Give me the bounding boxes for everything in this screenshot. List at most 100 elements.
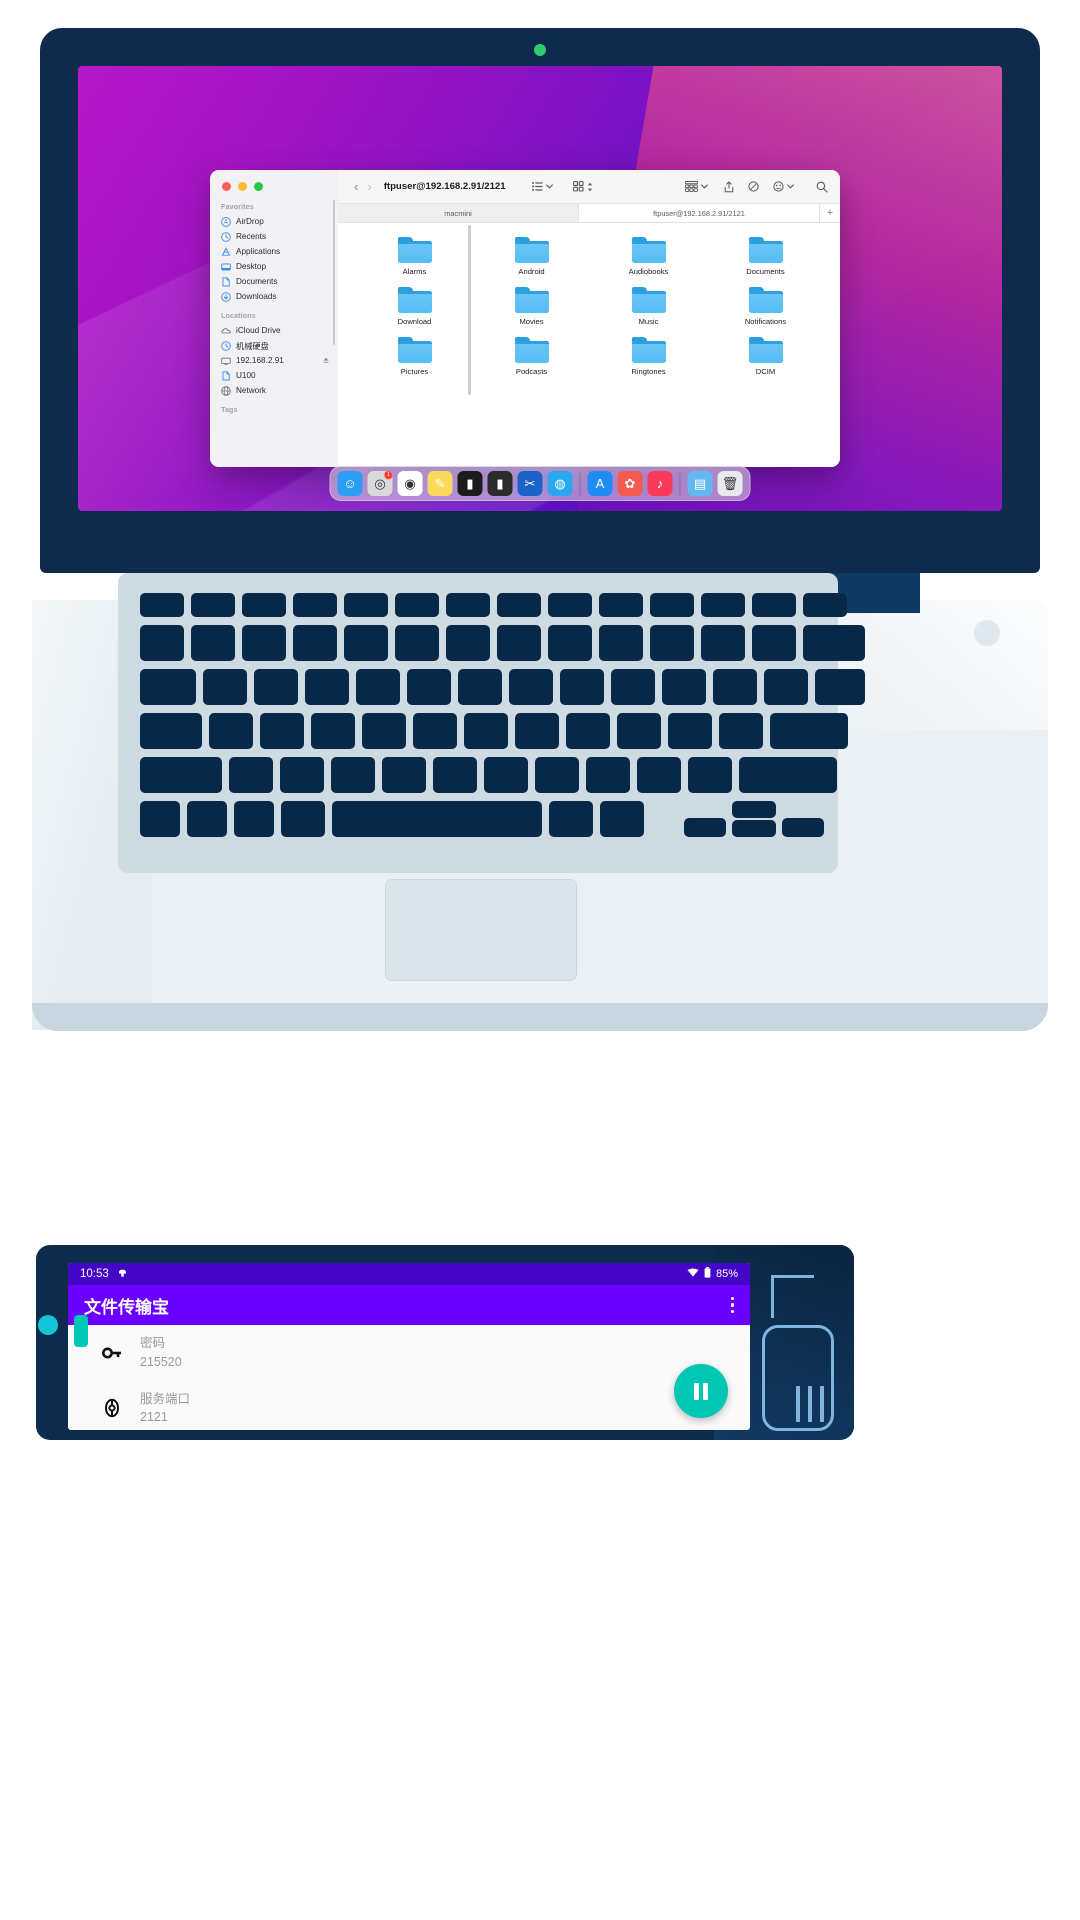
- keyboard-key: [344, 593, 388, 617]
- keyboard-key: [650, 593, 694, 617]
- finder-tab[interactable]: macmini: [338, 204, 579, 222]
- laptop-base-front-edge: [32, 1003, 1048, 1031]
- battery-icon: [704, 1267, 711, 1281]
- keyboard-key: [446, 593, 490, 617]
- file-item[interactable]: Movies: [473, 287, 590, 326]
- back-icon[interactable]: ‹: [354, 180, 358, 193]
- window-controls[interactable]: [222, 182, 263, 191]
- safari-icon[interactable]: ◍: [547, 471, 573, 496]
- minimize-button[interactable]: [238, 182, 247, 191]
- keyboard-key: [140, 801, 180, 837]
- server-icon: [221, 356, 231, 366]
- finder-tab-bar[interactable]: macmini ftpuser@192.168.2.91/2121 +: [338, 204, 840, 223]
- sidebar-item-192.168.2.91[interactable]: 192.168.2.91: [210, 353, 338, 368]
- sidebar-item-Applications[interactable]: Applications: [210, 244, 338, 259]
- key-icon: [84, 1342, 140, 1364]
- sidebar-item-机械硬盘[interactable]: 机械硬盘: [210, 338, 338, 353]
- share-button[interactable]: [724, 180, 734, 193]
- file-item[interactable]: Notifications: [707, 287, 824, 326]
- keyboard-key: [140, 757, 222, 793]
- keyboard-key: [752, 625, 796, 661]
- trash-icon[interactable]: 🗑: [717, 471, 743, 496]
- chevron-down-icon: [701, 184, 708, 189]
- settings-row[interactable]: 服务端口 2121: [68, 1381, 750, 1431]
- tag-button[interactable]: [748, 181, 759, 192]
- sidebar-locations-list: iCloud Drive 机械硬盘 192.168.2.91 U100 Network: [210, 323, 338, 398]
- pause-fab-button[interactable]: [674, 1364, 728, 1418]
- sidebar-item-label: Network: [236, 386, 267, 395]
- finder-icon[interactable]: ☺: [337, 471, 363, 496]
- maximize-button[interactable]: [254, 182, 263, 191]
- keyboard-key: [331, 757, 375, 793]
- scissors-icon[interactable]: ✂: [517, 471, 543, 496]
- file-item[interactable]: Android: [473, 237, 590, 276]
- file-item[interactable]: Pictures: [356, 337, 473, 376]
- keyboard-key: [191, 625, 235, 661]
- sidebar-item-Downloads[interactable]: Downloads: [210, 289, 338, 304]
- sidebar-item-Documents[interactable]: Documents: [210, 274, 338, 289]
- chrome-icon[interactable]: ◉: [397, 471, 423, 496]
- keyboard-key: [515, 713, 559, 749]
- file-item[interactable]: DCIM: [707, 337, 824, 376]
- webcam-indicator: [534, 44, 546, 56]
- sidebar-item-Desktop[interactable]: Desktop: [210, 259, 338, 274]
- file-item[interactable]: Ringtones: [590, 337, 707, 376]
- keyboard-key: [497, 593, 541, 617]
- overflow-menu-icon[interactable]: [730, 1296, 734, 1314]
- file-item[interactable]: Music: [590, 287, 707, 326]
- keyboard-key: [549, 801, 593, 837]
- file-item[interactable]: Audiobooks: [590, 237, 707, 276]
- mission-control-icon[interactable]: ◎ 1: [367, 471, 393, 496]
- eject-icon[interactable]: [323, 357, 329, 364]
- keyboard-key: [234, 801, 274, 837]
- finder-file-grid[interactable]: Alarms Android Audiobooks Documents Download…: [338, 223, 840, 376]
- file-item[interactable]: Documents: [707, 237, 824, 276]
- file-item[interactable]: Alarms: [356, 237, 473, 276]
- appstore-icon[interactable]: A: [587, 471, 613, 496]
- group-by-button[interactable]: [572, 181, 593, 192]
- terminal2-icon[interactable]: ▮: [487, 471, 513, 496]
- keyboard-key: [332, 801, 542, 837]
- photos-icon[interactable]: ✿: [617, 471, 643, 496]
- file-item[interactable]: Podcasts: [473, 337, 590, 376]
- document-icon: [221, 370, 231, 381]
- file-item[interactable]: Download: [356, 287, 473, 326]
- search-icon[interactable]: [816, 181, 828, 193]
- sidebar-item-AirDrop[interactable]: AirDrop: [210, 214, 338, 229]
- music-icon[interactable]: ♪: [647, 471, 673, 496]
- macos-dock[interactable]: ☺ ◎ 1 ◉ ✎ ▮ ▮ ✂ ◍ A ✿ ♪ ▤ 🗑: [329, 466, 751, 501]
- notes-icon[interactable]: ✎: [427, 471, 453, 496]
- sidebar-item-U100[interactable]: U100: [210, 368, 338, 383]
- keyboard-key: [599, 593, 643, 617]
- sidebar-item-Recents[interactable]: Recents: [210, 229, 338, 244]
- new-tab-button[interactable]: +: [820, 204, 840, 222]
- sidebar-item-Network[interactable]: Network: [210, 383, 338, 398]
- keyboard-key: [229, 757, 273, 793]
- sidebar-item-label: iCloud Drive: [236, 326, 281, 335]
- finder-content-scrollbar[interactable]: [468, 225, 471, 395]
- sidebar-item-label: Applications: [236, 247, 281, 256]
- dock-separator: [579, 472, 581, 496]
- terminal-icon[interactable]: ▮: [457, 471, 483, 496]
- navigation-arrows[interactable]: ‹ ›: [354, 180, 372, 193]
- sidebar-scrollbar[interactable]: [332, 200, 335, 345]
- sidebar-header-locations: Locations: [221, 311, 256, 320]
- finder-window[interactable]: Favorites AirDrop Recents Applications Desk…: [210, 170, 840, 467]
- keyboard-key: [395, 625, 439, 661]
- keyboard-key: [764, 669, 808, 705]
- clock-icon: [221, 340, 231, 351]
- view-list-button[interactable]: [531, 182, 553, 191]
- finder-tab[interactable]: ftpuser@192.168.2.91/2121: [579, 204, 820, 222]
- keyboard-key: [260, 713, 304, 749]
- finder-main: ‹ › ftpuser@192.168.2.91/2121 macmini ft…: [338, 170, 840, 467]
- downloads-folder-icon[interactable]: ▤: [687, 471, 713, 496]
- sidebar-item-iCloud Drive[interactable]: iCloud Drive: [210, 323, 338, 338]
- group-view-button[interactable]: [685, 181, 708, 192]
- clock-icon: [221, 231, 231, 242]
- settings-row[interactable]: 密码 215520: [68, 1325, 750, 1381]
- forward-icon[interactable]: ›: [367, 180, 371, 193]
- keyboard-key: [560, 669, 604, 705]
- close-button[interactable]: [222, 182, 231, 191]
- file-label: DCIM: [755, 367, 776, 376]
- action-menu-button[interactable]: [773, 181, 794, 192]
